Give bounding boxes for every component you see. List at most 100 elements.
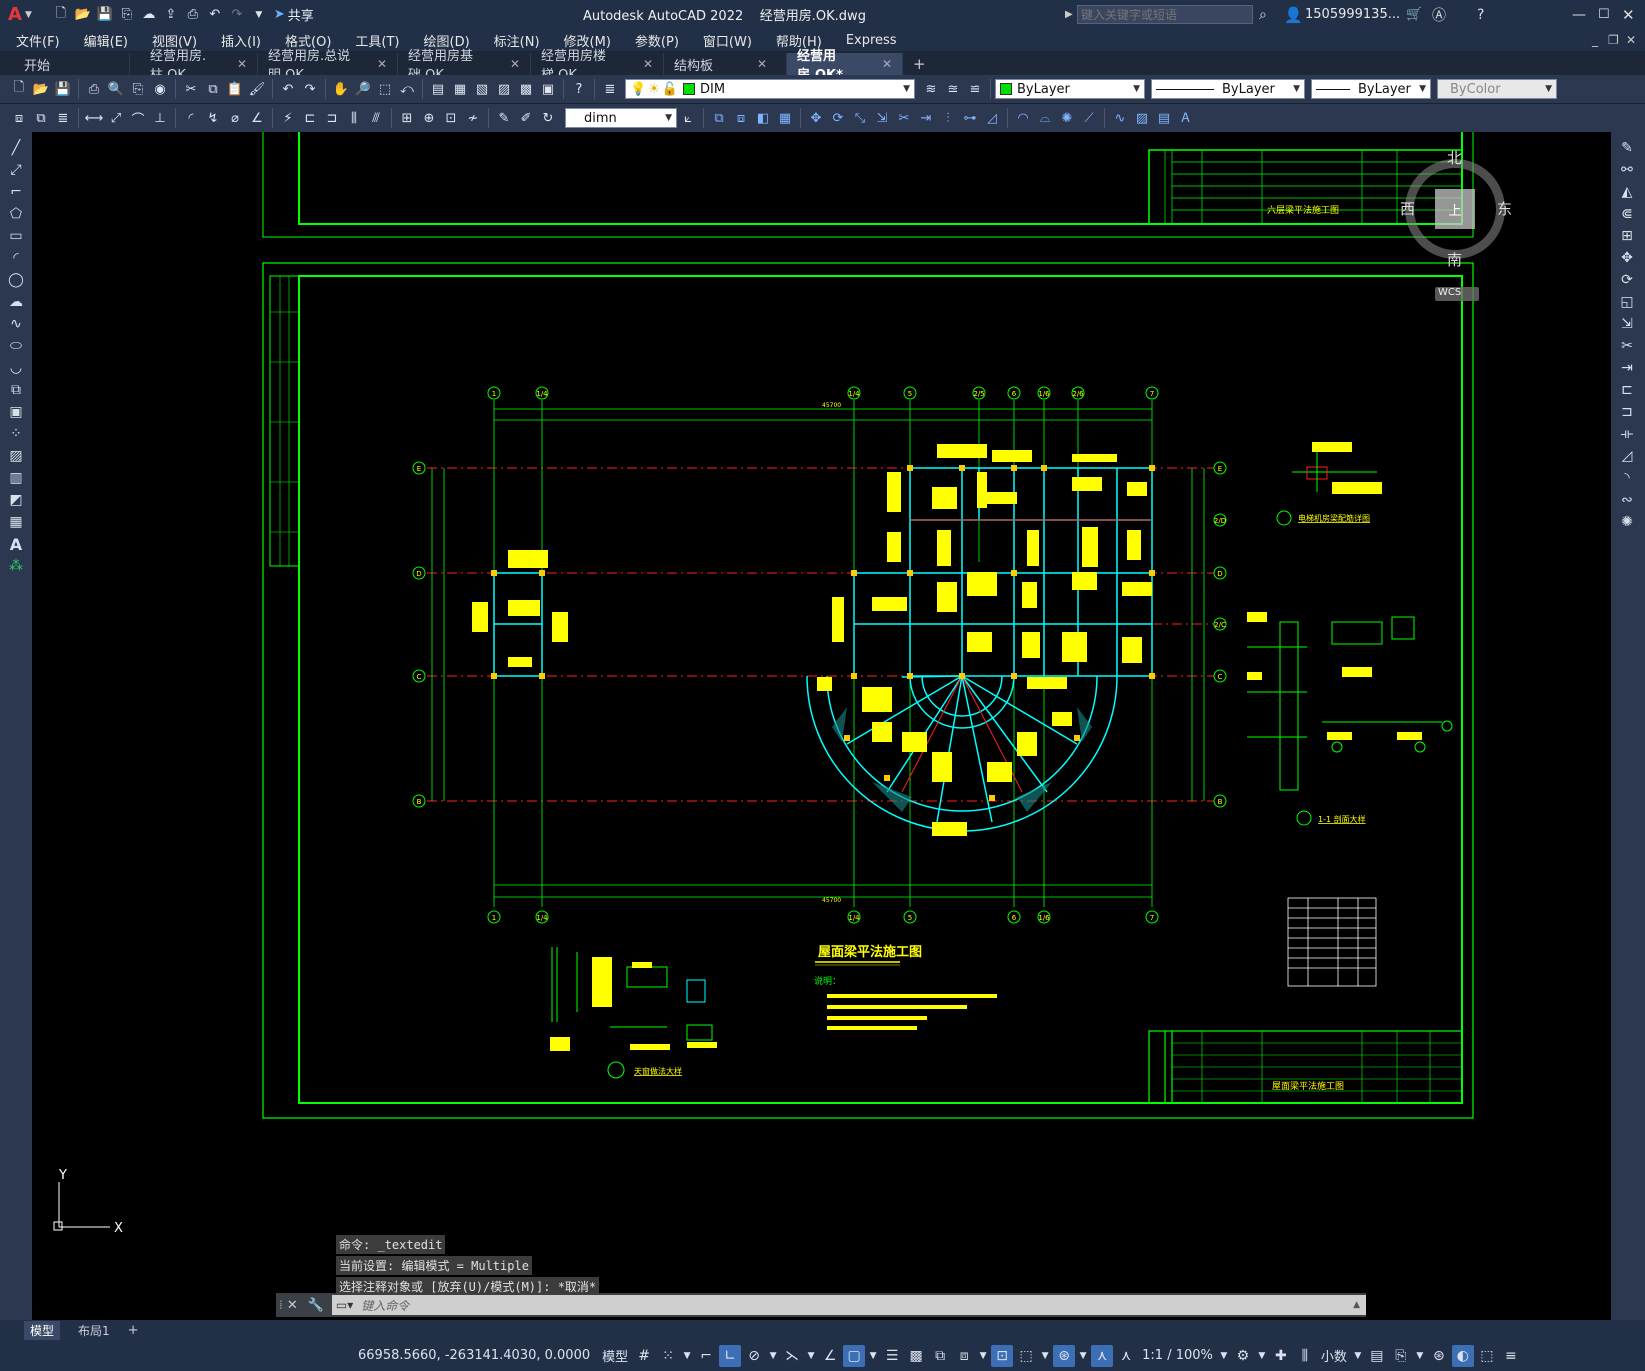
dynamic-ucs-icon[interactable]: ⊡ [991, 1344, 1014, 1367]
dimension-text-edit-icon[interactable]: ✐ [516, 108, 536, 128]
grid-icon[interactable]: # [633, 1345, 655, 1367]
chevron-down-icon[interactable]: ▼ [1077, 1345, 1089, 1367]
viewcube[interactable]: 上 北 南 东 西 [1397, 147, 1517, 269]
tab-layout1[interactable]: 布局1 [72, 1321, 116, 1340]
tab-stairs[interactable]: 经营用房楼梯.OK✕ [531, 49, 664, 83]
customize-qat-icon[interactable]: ▼ [249, 5, 269, 25]
zoom-realtime-icon[interactable]: 🔎 [353, 79, 373, 99]
zoom-window-icon[interactable]: ⬚ [375, 79, 395, 99]
open-file-icon[interactable]: 📂 [73, 5, 93, 25]
search-icon[interactable]: ⌕ [1259, 7, 1267, 23]
aligned-dimension-icon[interactable]: ⤢ [106, 108, 126, 128]
viewcube-north[interactable]: 北 [1447, 147, 1462, 168]
save-as-icon[interactable]: ⎘ [117, 5, 137, 25]
layer-dropdown[interactable]: 💡 ☀ 🔓 DIM ▼ [625, 79, 915, 99]
ellipse-icon[interactable]: ⬭ [5, 336, 27, 356]
layer-freeze-icon[interactable]: ☀ [648, 82, 660, 97]
gizmo-icon[interactable]: ⊛ [1053, 1344, 1076, 1367]
search-input[interactable] [1077, 5, 1253, 24]
tab-close-icon[interactable]: ✕ [882, 57, 892, 71]
edit-hatch-icon[interactable]: ▨ [1132, 108, 1152, 128]
sheet-set-icon[interactable]: ▨ [494, 79, 514, 99]
doc-close-icon[interactable]: ✕ [1626, 33, 1636, 47]
object-icon[interactable]: ⧉ [31, 108, 51, 128]
copy-icon[interactable]: ⚯ [1616, 160, 1638, 180]
save-icon[interactable]: 💾 [53, 79, 73, 99]
autodesk-a360-icon[interactable]: Ⓐ [1432, 5, 1446, 25]
share-button[interactable]: ➤ 共享 [274, 5, 314, 24]
circle-icon[interactable]: ◯ [5, 270, 27, 290]
continue-dimension-icon[interactable]: ⊐ [322, 108, 342, 128]
layer-previous-icon[interactable]: ≊ [943, 79, 963, 99]
jogged-dimension-icon[interactable]: ↯ [203, 108, 223, 128]
cart-icon[interactable]: 🛒 [1406, 7, 1422, 22]
rotate-icon[interactable]: ⟳ [828, 108, 848, 128]
tolerance-icon[interactable]: ⊞ [397, 108, 417, 128]
annotation-visibility-icon[interactable]: ⋏ [1091, 1344, 1114, 1367]
insert-block-icon[interactable]: ⧉ [5, 380, 27, 400]
plot-preview-icon[interactable]: 🔍 [106, 79, 126, 99]
add-layout-icon[interactable]: + [128, 1323, 139, 1338]
ortho-icon[interactable]: ∟ [719, 1344, 742, 1367]
tab-start[interactable]: 开始 [0, 53, 130, 75]
make-current-layer-icon[interactable]: ≋ [921, 79, 941, 99]
minimize-icon[interactable]: — [1572, 7, 1586, 23]
tab-foundation[interactable]: 经营用房基础.OK✕ [398, 49, 531, 83]
markup-icon[interactable]: ▩ [516, 79, 536, 99]
linetype-dropdown[interactable]: ByLayer ▼ [1151, 79, 1305, 99]
open-icon[interactable]: 📂 [31, 79, 51, 99]
user-icon[interactable]: 👤 [1284, 6, 1303, 24]
angular-dimension-icon[interactable]: ∠ [247, 108, 267, 128]
quick-dimension-icon[interactable]: ⚡ [278, 108, 298, 128]
fillet-icon[interactable]: ◠ [1013, 108, 1033, 128]
new-tab-button[interactable]: + [903, 53, 936, 75]
3d-osnap-icon[interactable]: ⧈ [953, 1345, 975, 1367]
help-icon[interactable]: ? [569, 79, 589, 99]
selection-filter-icon[interactable]: ⬚ [1015, 1345, 1037, 1367]
doc-minimize-icon[interactable]: _ [1592, 33, 1598, 47]
chevron-down-icon[interactable]: ▼ [977, 1345, 989, 1367]
3d-print-icon[interactable]: ◉ [150, 79, 170, 99]
rotate-icon[interactable]: ⟳ [1616, 270, 1638, 290]
modify-copy-icon[interactable]: ⧉ [709, 108, 729, 128]
chevron-down-icon[interactable]: ▼ [1039, 1345, 1051, 1367]
lineweight-dropdown[interactable]: ByLayer ▼ [1311, 79, 1431, 99]
layer-lock-icon[interactable]: 🔓 [662, 82, 678, 97]
customization-icon[interactable]: ≡ [1500, 1345, 1522, 1367]
trim-icon[interactable]: ✂ [894, 108, 914, 128]
hatch-icon[interactable]: ▨ [5, 446, 27, 466]
edit-text-icon[interactable]: Ꭺ [1176, 108, 1196, 128]
baseline-dimension-icon[interactable]: ⊏ [300, 108, 320, 128]
snap-icon[interactable]: ⁙ [657, 1345, 679, 1367]
dimension-update-icon[interactable]: ↻ [538, 108, 558, 128]
plot-icon[interactable]: ⎙ [183, 5, 203, 25]
chevron-down-icon[interactable]: ▼ [867, 1345, 879, 1367]
doc-restore-icon[interactable]: ❐ [1608, 33, 1619, 47]
annotation-scale[interactable]: 1:1 / 100% [1142, 1348, 1213, 1363]
ellipse-arc-icon[interactable]: ◡ [5, 358, 27, 378]
drawing-canvas[interactable]: 六层梁平法施工图 1 1/4 1/4 5 2/5 6 1/6 2/6 7 1 1… [32, 132, 1611, 1320]
match-properties-icon[interactable]: 🖌 [247, 79, 267, 99]
multiline-text-icon[interactable]: A [5, 534, 27, 554]
selection-cycling-icon[interactable]: ⧉ [929, 1345, 951, 1367]
chevron-down-icon[interactable]: ▼ [1352, 1345, 1364, 1367]
layer-tools-icon[interactable]: ≣ [53, 108, 73, 128]
tab-column[interactable]: 经营用房.柱.OK✕ [130, 49, 258, 83]
tab-model[interactable]: 模型 [24, 1320, 61, 1340]
chevron-down-icon[interactable]: ▼ [767, 1345, 779, 1367]
clean-screen-icon[interactable]: ⬚ [1476, 1345, 1498, 1367]
revision-cloud-icon[interactable]: ☁ [5, 292, 27, 312]
explode-icon[interactable]: ✺ [1057, 108, 1077, 128]
inspection-icon[interactable]: ⊡ [441, 108, 461, 128]
polar-tracking-icon[interactable]: ⊘ [743, 1345, 765, 1367]
menu-window[interactable]: 窗口(W) [691, 31, 764, 50]
command-close-icon[interactable]: ✕ [287, 1298, 298, 1313]
annotation-monitor-icon[interactable]: ✚ [1270, 1345, 1292, 1367]
rectangle-icon[interactable]: ▭ [5, 226, 27, 246]
app-menu-chevron-icon[interactable]: ▼ [25, 10, 32, 20]
layer-states-icon[interactable]: ≌ [965, 79, 985, 99]
table-icon[interactable]: ▦ [5, 512, 27, 532]
object-snap-tracking-icon[interactable]: ∠ [819, 1345, 841, 1367]
undo-icon[interactable]: ↶ [205, 5, 225, 25]
jogged-linear-icon[interactable]: ≁ [463, 108, 483, 128]
